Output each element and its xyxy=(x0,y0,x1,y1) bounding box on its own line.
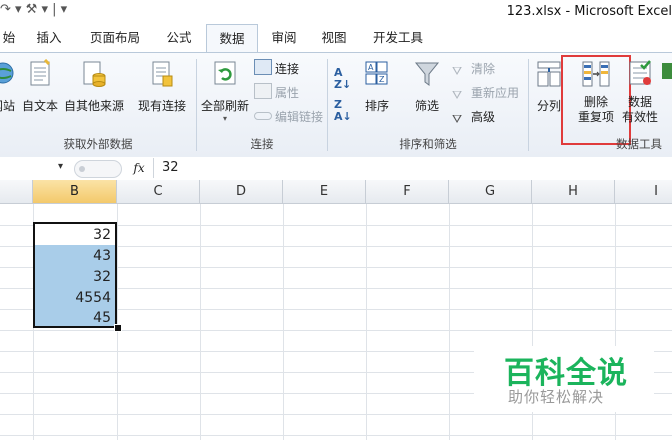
splitter-handle-icon xyxy=(79,166,85,172)
refresh-all-label: 全部刷新 xyxy=(200,99,249,113)
tab-developer[interactable]: 开发工具 xyxy=(364,24,432,51)
data-validation-button[interactable]: 数据 有效性 xyxy=(620,59,660,125)
properties-button[interactable]: 属性 xyxy=(254,83,299,103)
ribbon-tabs: 始 插入 页面布局 公式 数据 审阅 视图 开发工具 xyxy=(0,24,672,53)
name-box-dropdown-icon[interactable]: ▾ xyxy=(58,161,63,172)
remove-duplicates-label-1: 删除 xyxy=(583,95,608,109)
row-header-corner[interactable] xyxy=(0,180,33,204)
remove-duplicates-button[interactable]: 删除 重复项 xyxy=(568,59,624,125)
formula-bar: ▾ fx 32 xyxy=(0,157,672,181)
from-other-sources-button[interactable]: 自其他来源 xyxy=(62,59,126,114)
properties-icon xyxy=(254,83,272,99)
group-label-data-tools: 数据工具 xyxy=(616,137,662,151)
from-text-label: 自文本 xyxy=(21,99,58,113)
globe-icon xyxy=(0,62,14,84)
reapply-button[interactable]: ⛛ 重新应用 xyxy=(452,83,519,103)
clear-label: 清除 xyxy=(471,62,496,76)
group-label-get-external-data: 获取外部数据 xyxy=(63,137,133,151)
advanced-label: 高级 xyxy=(471,110,496,124)
column-header-d[interactable]: D xyxy=(200,180,283,204)
data-validation-label-1: 数据 xyxy=(627,95,652,109)
worksheet-grid[interactable]: B C D E F G H I 32 43 32 4554 45 百科全说 助你… xyxy=(0,180,672,440)
tab-formulas[interactable]: 公式 xyxy=(156,24,202,51)
clear-filter-button[interactable]: ⛛ 清除 xyxy=(452,59,495,79)
refresh-all-dropdown-icon[interactable]: ▾ xyxy=(198,114,252,123)
formula-input[interactable]: 32 xyxy=(153,158,672,178)
group-label-sort-filter: 排序和筛选 xyxy=(399,137,457,151)
watermark: 百科全说 助你轻松解决 xyxy=(474,346,654,412)
from-text-button[interactable]: 自文本 xyxy=(20,58,60,114)
column-header-c[interactable]: C xyxy=(117,180,200,204)
window-title: 123.xlsx - Microsoft Excel xyxy=(506,4,672,19)
tab-home[interactable]: 始 xyxy=(0,24,18,51)
remove-duplicates-label-2: 重复项 xyxy=(577,110,614,124)
from-other-sources-label: 自其他来源 xyxy=(63,99,124,113)
quick-access-toolbar[interactable]: ↷ ▾ ⚒ ▾ | ▾ xyxy=(0,2,67,22)
connections-label: 连接 xyxy=(275,62,300,76)
tab-review[interactable]: 审阅 xyxy=(262,24,306,51)
cell-b5[interactable]: 32 xyxy=(35,266,115,287)
existing-connection-icon xyxy=(152,61,173,87)
sort-button[interactable]: A Z 排序 xyxy=(360,59,394,114)
split-columns-icon xyxy=(537,61,561,87)
column-header-f[interactable]: F xyxy=(366,180,449,204)
tab-view[interactable]: 视图 xyxy=(312,24,356,51)
tab-insert[interactable]: 插入 xyxy=(26,24,72,51)
watermark-sub-text: 助你轻松解决 xyxy=(508,388,605,406)
formula-bar-splitter[interactable] xyxy=(74,160,122,178)
sort-az-icon: A Z↓ xyxy=(334,66,352,91)
cell-b6[interactable]: 4554 xyxy=(35,287,115,308)
chain-link-icon xyxy=(254,112,272,120)
filter-button[interactable]: 筛选 xyxy=(410,59,444,114)
text-file-icon xyxy=(30,58,51,86)
column-header-e[interactable]: E xyxy=(283,180,366,204)
column-header-b[interactable]: B xyxy=(33,180,117,204)
from-web-button[interactable]: 网站 xyxy=(0,59,16,114)
sort-za-icon: Z A↓ xyxy=(334,98,352,123)
edit-links-label: 编辑链接 xyxy=(275,110,324,124)
clear-filter-icon: ⛛ xyxy=(452,64,463,78)
existing-connections-button[interactable]: 现有连接 xyxy=(134,59,190,114)
column-header-i[interactable]: I xyxy=(615,180,672,204)
database-file-icon xyxy=(83,61,106,87)
advanced-filter-icon: ⛛ xyxy=(452,112,463,126)
remove-duplicates-icon xyxy=(582,61,610,87)
title-bar: ↷ ▾ ⚒ ▾ | ▾ 123.xlsx - Microsoft Excel xyxy=(0,0,672,24)
from-web-label: 网站 xyxy=(0,99,15,113)
group-divider xyxy=(528,59,529,151)
connections-icon xyxy=(254,59,272,75)
svg-text:Z: Z xyxy=(379,75,385,84)
data-validation-label-2: 有效性 xyxy=(621,110,658,124)
group-label-connections: 连接 xyxy=(250,137,274,151)
connections-button[interactable]: 连接 xyxy=(254,59,299,79)
ribbon-data: 网站 自文本 自其他来源 现有连接 获取外部数据 xyxy=(0,52,672,158)
tab-data[interactable]: 数据 xyxy=(206,24,258,53)
advanced-filter-button[interactable]: ⛛ 高级 xyxy=(452,107,495,127)
filter-label: 筛选 xyxy=(414,99,439,113)
sort-dialog-icon: A Z xyxy=(365,61,388,85)
tab-page-layout[interactable]: 页面布局 xyxy=(82,24,148,51)
reapply-icon: ⛛ xyxy=(452,88,463,102)
formula-value: 32 xyxy=(162,160,179,175)
column-header-h[interactable]: H xyxy=(532,180,615,204)
column-header-g[interactable]: G xyxy=(449,180,532,204)
cell-b7[interactable]: 45 xyxy=(35,307,115,326)
data-validation-icon xyxy=(629,60,651,85)
svg-text:A: A xyxy=(368,63,374,72)
refresh-all-button[interactable]: 全部刷新 ▾ xyxy=(198,59,252,123)
insert-function-button[interactable]: fx xyxy=(128,160,150,176)
existing-connections-label: 现有连接 xyxy=(137,99,186,113)
sort-ascending-button[interactable]: A Z↓ xyxy=(334,67,351,91)
sort-label: 排序 xyxy=(364,99,389,113)
properties-label: 属性 xyxy=(275,86,300,100)
cell-b4[interactable]: 43 xyxy=(35,245,115,266)
edit-links-button[interactable]: 编辑链接 xyxy=(254,107,323,127)
cell-b3[interactable]: 32 xyxy=(35,224,115,245)
consolidate-icon[interactable] xyxy=(662,63,672,79)
funnel-icon xyxy=(414,62,440,86)
fill-handle[interactable] xyxy=(114,324,122,332)
sort-descending-button[interactable]: Z A↓ xyxy=(334,99,352,123)
reapply-label: 重新应用 xyxy=(471,86,520,100)
refresh-icon xyxy=(214,61,236,85)
